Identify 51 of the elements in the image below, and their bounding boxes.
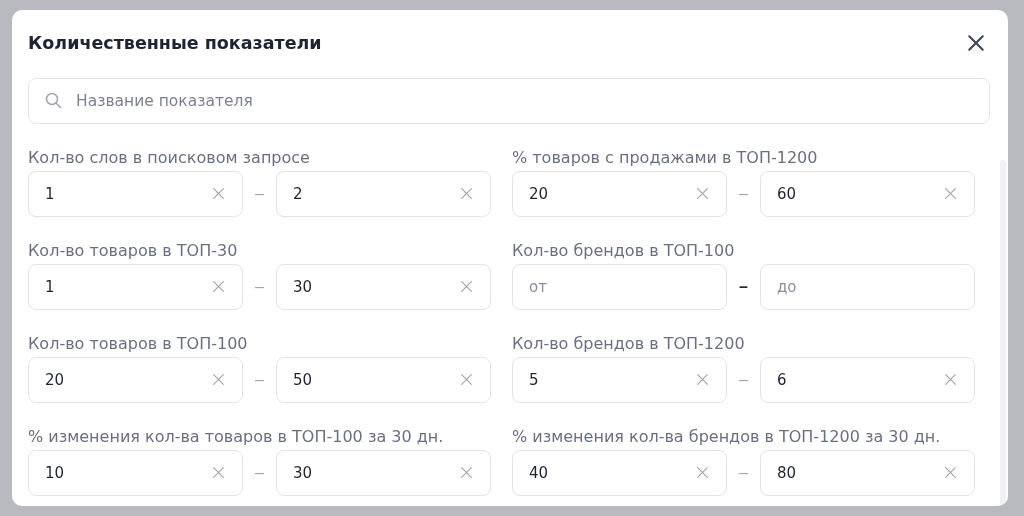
number-field[interactable]: 1 bbox=[28, 264, 243, 310]
number-field[interactable]: 20 bbox=[512, 171, 727, 217]
range-dash: – bbox=[738, 278, 749, 296]
number-field[interactable]: 40 bbox=[512, 450, 727, 496]
clear-icon[interactable] bbox=[460, 280, 473, 293]
filter-label: % товаров с продажами в ТОП-1200 bbox=[512, 148, 819, 168]
number-field[interactable]: 10 bbox=[28, 450, 243, 496]
filter-label: % изменения кол-ва товаров в ТОП-100 за 30 дн. bbox=[28, 427, 445, 447]
number-field[interactable]: 60 bbox=[760, 171, 975, 217]
dialog-title: Количественные показатели bbox=[28, 33, 322, 53]
clear-icon[interactable] bbox=[460, 373, 473, 386]
clear-icon[interactable] bbox=[212, 373, 225, 386]
clear-icon[interactable] bbox=[944, 466, 957, 479]
range-dash: – bbox=[254, 371, 265, 389]
range-dash: – bbox=[254, 278, 265, 296]
number-field[interactable]: 30 bbox=[276, 264, 491, 310]
range-dash: – bbox=[254, 464, 265, 482]
filter-label: Кол-во товаров в ТОП-100 bbox=[28, 334, 249, 354]
scrollbar[interactable] bbox=[1000, 160, 1006, 506]
range-dash: – bbox=[738, 371, 749, 389]
number-field[interactable]: от bbox=[512, 264, 727, 310]
filter-label: Кол-во брендов в ТОП-100 bbox=[512, 241, 736, 261]
clear-icon[interactable] bbox=[212, 280, 225, 293]
number-field[interactable]: 80 bbox=[760, 450, 975, 496]
clear-icon[interactable] bbox=[212, 187, 225, 200]
number-field[interactable]: 2 bbox=[276, 171, 491, 217]
number-field[interactable]: до bbox=[760, 264, 975, 310]
number-field[interactable]: 30 bbox=[276, 450, 491, 496]
clear-icon[interactable] bbox=[212, 466, 225, 479]
number-field[interactable]: 5 bbox=[512, 357, 727, 403]
clear-icon[interactable] bbox=[944, 373, 957, 386]
clear-icon[interactable] bbox=[944, 187, 957, 200]
search-field[interactable]: Название показателя bbox=[28, 78, 990, 124]
number-field[interactable]: 20 bbox=[28, 357, 243, 403]
clear-icon[interactable] bbox=[460, 466, 473, 479]
range-dash: – bbox=[738, 185, 749, 203]
clear-icon[interactable] bbox=[696, 466, 709, 479]
number-field[interactable]: 1 bbox=[28, 171, 243, 217]
filter-label: Кол-во слов в поисковом запросе bbox=[28, 148, 311, 168]
range-dash: – bbox=[254, 185, 265, 203]
filter-label: Кол-во брендов в ТОП-1200 bbox=[512, 334, 746, 354]
number-field[interactable]: 6 bbox=[760, 357, 975, 403]
range-dash: – bbox=[738, 464, 749, 482]
number-field[interactable]: 50 bbox=[276, 357, 491, 403]
filter-label: % изменения кол-ва брендов в ТОП-1200 за 30 дн. bbox=[512, 427, 942, 447]
clear-icon[interactable] bbox=[696, 373, 709, 386]
close-icon[interactable] bbox=[967, 34, 985, 52]
filter-label: Кол-во товаров в ТОП-30 bbox=[28, 241, 239, 261]
clear-icon[interactable] bbox=[696, 187, 709, 200]
search-icon bbox=[45, 92, 62, 109]
clear-icon[interactable] bbox=[460, 187, 473, 200]
